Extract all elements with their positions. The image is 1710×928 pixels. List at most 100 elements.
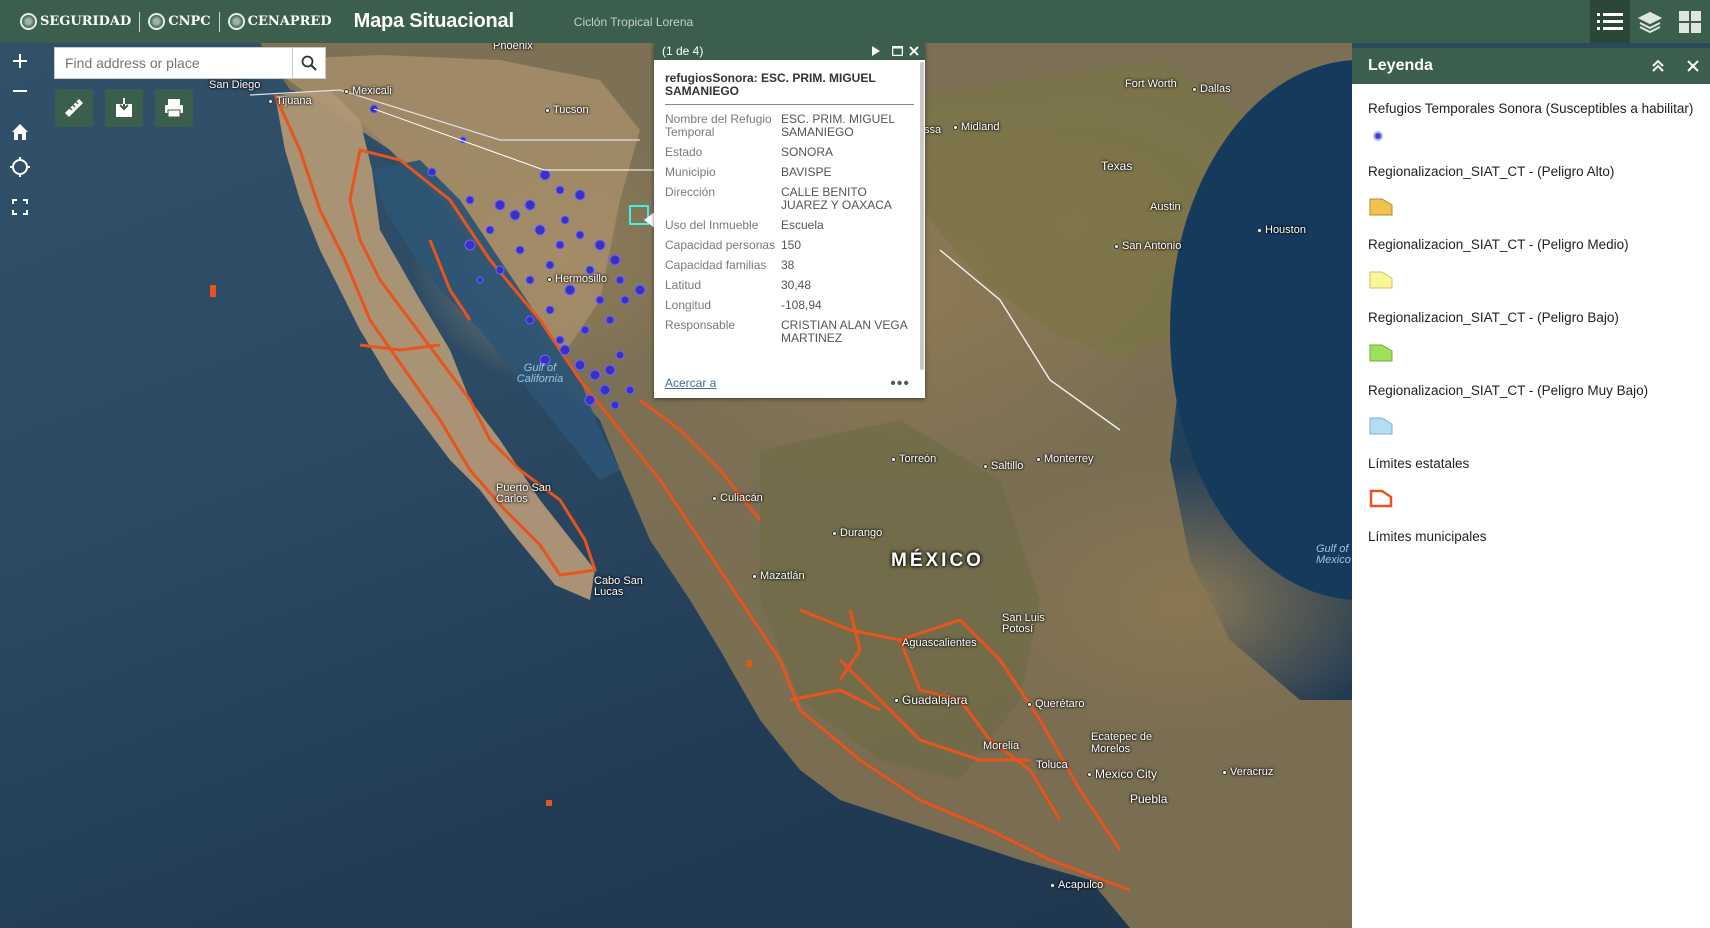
attribute-row: Capacidad personas 150 [665,238,802,252]
measurement-button[interactable] [55,89,93,127]
place-acapulco: Acapulco [1050,879,1103,891]
home-icon [12,124,28,140]
place-veracruz: Veracruz [1222,766,1273,778]
legend-item: Regionalizacion_SIAT_CT - (Peligro Alto) [1368,163,1694,222]
logo-divider [218,11,220,32]
locate-button[interactable] [6,153,34,181]
close-panel-button[interactable] [1685,58,1701,74]
app-subtitle: Ciclón Tropical Lorena [573,14,694,29]
place-gulf-of-mexico: Gulf of Mexico [1316,544,1351,566]
place-puerto-san-carlos: Puerto San Carlos [496,482,552,505]
attribute-row: Dirección CALLE BENITO JUAREZ Y OAXACA [665,185,892,212]
place-queretaro: Querétaro [1027,698,1085,710]
minus-icon [13,90,27,92]
logo-seguridad: SEGURIDAD [20,13,131,30]
search-input[interactable] [55,48,292,78]
place-cabo-san-lucas: Cabo San Lucas [594,575,643,598]
popup-scrollbar[interactable] [920,62,924,370]
collapse-panel-button[interactable] [1650,58,1666,74]
close-icon [1687,60,1699,72]
add-data-button[interactable] [105,89,143,127]
seal-icon [20,13,37,30]
legend-item: Regionalizacion_SIAT_CT - (Peligro Bajo) [1368,309,1694,368]
place-fort-worth: Fort Worth [1125,78,1177,90]
place-toluca: Toluca [1036,759,1068,771]
printer-icon [165,99,183,118]
peligro-alto-symbol [1368,190,1694,222]
next-feature-button[interactable] [869,44,883,58]
place-tucson: Tucson [545,104,589,116]
place-morelia: Morelia [983,740,1020,752]
zoom-in-button[interactable] [6,47,34,75]
place-houston: Houston [1257,224,1306,236]
attribute-row: Longitud -108,94 [665,298,822,312]
header-tools [1590,0,1710,43]
place-austin: Austin [1150,201,1181,213]
legend-item: Regionalizacion_SIAT_CT - (Peligro Muy B… [1368,382,1694,441]
legend-item: Límites municipales [1368,529,1487,544]
state-boundary-symbol [1368,482,1694,514]
place-monterrey: Monterrey [1036,453,1094,465]
double-chevron-up-icon [1652,59,1664,72]
peligro-muy-bajo-symbol [1368,409,1694,441]
place-aguascalientes: Aguascalientes [902,637,977,649]
search-button[interactable] [292,48,325,78]
place-torreon: Torreón [891,453,936,465]
zoom-out-button[interactable] [6,77,34,105]
place-culiacan: Culiacán [712,492,763,504]
place-hermosillo: Hermosillo [547,273,607,285]
place-gulf-of-california: Gulf of California [516,362,564,385]
place-durango: Durango [832,527,882,539]
more-actions-button[interactable]: ••• [890,375,910,393]
layers-icon [1638,11,1662,33]
legend-title: Leyenda [1368,57,1433,74]
attribute-row: Uso del Inmueble Escuela [665,218,824,232]
logo-cnpc: CNPC [148,13,211,30]
list-icon [1597,12,1623,30]
peligro-bajo-symbol [1368,336,1694,368]
close-icon [909,46,919,56]
legend-header: Leyenda [1352,48,1710,84]
popup-title: refugiosSonora: ESC. PRIM. MIGUEL SAMANI… [665,72,914,105]
grid-icon [1679,10,1701,33]
print-button[interactable] [155,89,193,127]
layers-button[interactable] [1630,0,1670,43]
country-label: MÉXICO [891,550,984,571]
peligro-medio-symbol [1368,263,1694,295]
place-mexicali: Mexicali [344,85,392,97]
plus-icon [13,54,27,68]
place-mazatlan: Mazatlán [752,570,805,582]
place-tijuana: Tijuana [268,95,312,107]
legend-toggle-button[interactable] [1590,0,1630,43]
zoom-to-link[interactable]: Acercar a [665,376,716,390]
attribute-row: Municipio BAVISPE [665,165,832,179]
attribute-row: Estado SONORA [665,145,834,159]
place-guadalajara: Guadalajara [894,693,967,707]
basemap-gallery-button[interactable] [1670,0,1710,43]
feature-popup: (1 de 4) refugiosSonora: ESC. PRIM. MIGU… [654,42,925,398]
place-ssa: ssa [924,124,942,136]
popup-counter: (1 de 4) [662,44,704,58]
fullscreen-button[interactable] [6,193,34,221]
home-button[interactable] [6,118,34,146]
maximize-popup-button[interactable] [890,44,904,58]
place-dallas: Dallas [1192,83,1231,95]
logo-cenapred: CENAPRED [227,13,332,30]
place-ecatepec: Ecatepec de Morelos [1091,731,1153,755]
locate-icon [10,157,30,177]
app-title: Mapa Situacional [353,10,514,32]
ruler-icon [65,99,83,117]
legend-item: Refugios Temporales Sonora (Susceptibles… [1368,100,1694,149]
legend-item: Límites estatales [1368,455,1694,514]
place-san-luis-potosi: San Luis Potosí [1002,612,1045,635]
close-popup-button[interactable] [907,44,921,58]
legend-body: Refugios Temporales Sonora (Susceptibles… [1352,84,1710,545]
place-san-diego: San Diego [209,79,261,91]
attribute-row: Nombre del Refugio Temporal ESC. PRIM. MI… [665,112,895,139]
legend-panel: Leyenda Refugios Temporales Sonora (Susc… [1352,48,1710,928]
legend-item: Regionalizacion_SIAT_CT - (Peligro Medio… [1368,236,1694,295]
maximize-icon [891,46,903,56]
add-data-icon [116,98,132,117]
app-header: SEGURIDAD CNPC CENAPRED Mapa Situacional… [0,0,1710,43]
popup-header: (1 de 4) [654,42,925,60]
